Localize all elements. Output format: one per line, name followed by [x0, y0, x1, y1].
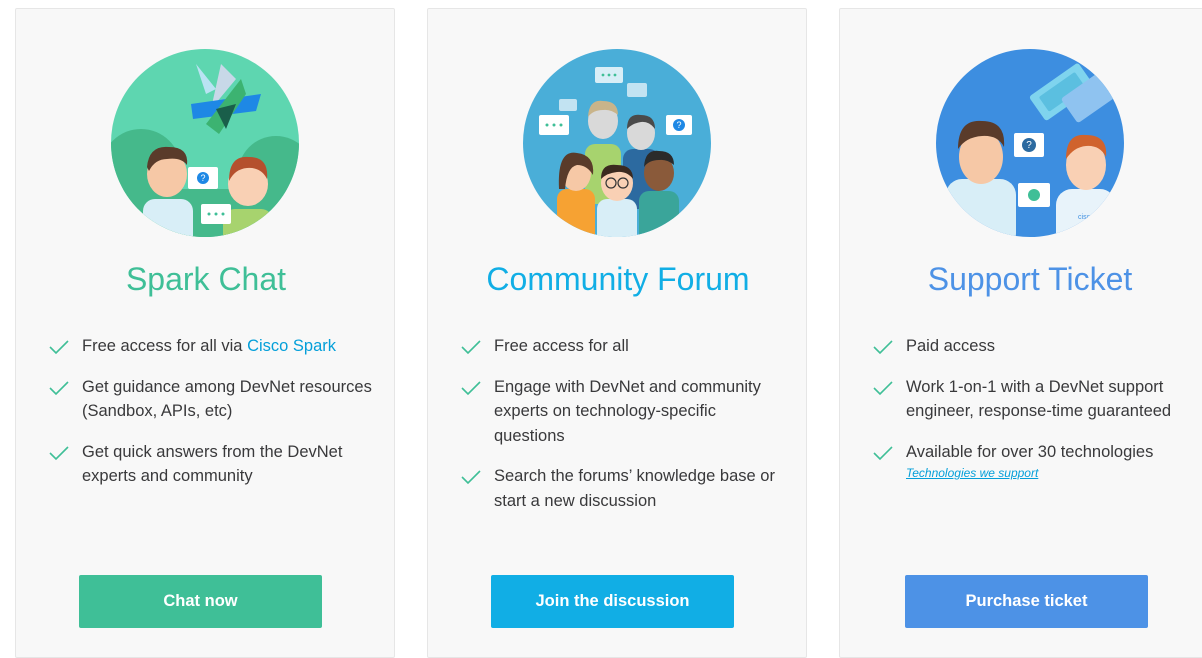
checkmark-icon — [461, 340, 481, 355]
svg-text:?: ? — [1026, 140, 1032, 151]
checkmark-icon — [49, 445, 69, 460]
checkmark-icon — [873, 340, 893, 355]
feature-list: Free access for all Engage with DevNet a… — [460, 334, 790, 529]
svg-text:?: ? — [676, 120, 681, 130]
feature-list: Free access for all via Cisco Spark Get … — [48, 334, 378, 505]
feature-item: Paid access — [872, 334, 1202, 359]
technologies-we-support-link[interactable]: Technologies we support — [906, 465, 1202, 481]
checkmark-icon — [873, 380, 893, 395]
feature-item: Work 1-on-1 with a DevNet support engine… — [872, 375, 1202, 424]
support-options: ? Spark Chat Free access for all via Cis… — [0, 0, 1202, 658]
support-ticket-icon: cisco ? — [936, 49, 1124, 237]
feature-item: Free access for all — [460, 334, 790, 359]
feature-text: Paid access — [906, 337, 995, 355]
feature-text: Engage with DevNet and community experts… — [494, 377, 761, 445]
card-title: Spark Chat — [125, 261, 287, 297]
feature-item: Engage with DevNet and community experts… — [460, 375, 790, 449]
two-people-chat-icon: ? — [111, 49, 299, 237]
checkmark-icon — [49, 340, 69, 355]
cisco-spark-link[interactable]: Cisco Spark — [247, 337, 336, 355]
checkmark-icon — [49, 380, 69, 395]
cisco-logo-text: cisco — [1078, 214, 1094, 221]
feature-text: Get quick answers from the DevNet expert… — [82, 442, 343, 486]
feature-text: Free access for all via — [82, 337, 248, 355]
checkmark-icon — [873, 445, 893, 460]
support-ticket-card: cisco ? Support Ticket Paid access Work … — [839, 8, 1202, 658]
feature-text: Available for over 30 technologies — [906, 442, 1154, 461]
card-title: Community Forum — [486, 261, 750, 297]
community-forum-card: ? Community Forum Free access for all En… — [427, 8, 807, 658]
feature-item: Search the forums’ knowledge base or sta… — [460, 464, 790, 513]
chat-now-button[interactable]: Chat now — [79, 575, 322, 628]
svg-text:?: ? — [200, 173, 205, 183]
join-discussion-button[interactable]: Join the discussion — [491, 575, 734, 628]
spark-chat-card: ? Spark Chat Free access for all via Cis… — [15, 8, 395, 658]
card-title: Support Ticket — [927, 261, 1133, 297]
feature-item: Get guidance among DevNet resources (San… — [48, 375, 378, 424]
feature-text: Get guidance among DevNet resources (San… — [82, 377, 372, 421]
purchase-ticket-button[interactable]: Purchase ticket — [905, 575, 1148, 628]
checkmark-icon — [461, 380, 481, 395]
feature-text: Work 1-on-1 with a DevNet support engine… — [906, 377, 1172, 421]
feature-text: Free access for all — [494, 337, 629, 355]
feature-item: Get quick answers from the DevNet expert… — [48, 440, 378, 489]
feature-item: Free access for all via Cisco Spark — [48, 334, 378, 359]
checkmark-icon — [461, 470, 481, 485]
feature-item: Available for over 30 technologies Techn… — [872, 440, 1202, 482]
feature-list: Paid access Work 1-on-1 with a DevNet su… — [872, 334, 1202, 497]
community-group-icon: ? — [523, 49, 711, 237]
feature-text: Search the forums’ knowledge base or sta… — [494, 467, 775, 510]
